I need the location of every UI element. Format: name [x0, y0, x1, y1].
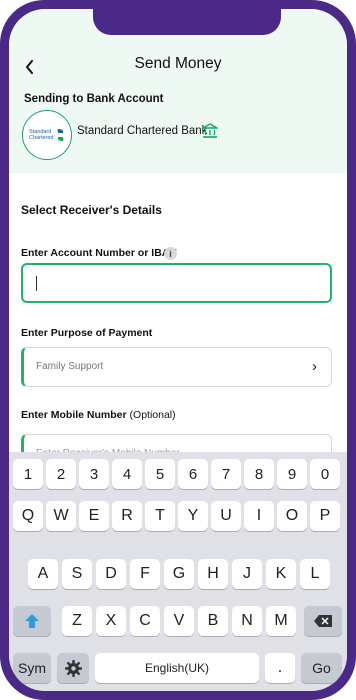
screen: Send Money Sending to Bank Account Stand… — [9, 9, 347, 691]
key-x[interactable]: X — [96, 606, 126, 636]
key-l[interactable]: L — [300, 559, 330, 589]
bank-name: Standard Chartered Bank — [77, 125, 208, 137]
key-q[interactable]: Q — [13, 501, 43, 531]
standard-chartered-mark-icon — [57, 129, 64, 141]
text-caret — [36, 276, 37, 291]
phone-notch — [93, 9, 281, 35]
purpose-of-payment-select[interactable]: Family Support › — [21, 347, 332, 387]
key-v[interactable]: V — [164, 606, 194, 636]
key-8[interactable]: 8 — [244, 459, 274, 489]
key-h[interactable]: H — [198, 559, 228, 589]
key-6[interactable]: 6 — [178, 459, 208, 489]
key-t[interactable]: T — [145, 501, 175, 531]
keyboard-row-asdf: A S D F G H J K L — [9, 559, 347, 589]
key-0[interactable]: 0 — [310, 459, 340, 489]
key-r[interactable]: R — [112, 501, 142, 531]
go-key[interactable]: Go — [301, 653, 342, 683]
key-w[interactable]: W — [46, 501, 76, 531]
key-b[interactable]: B — [198, 606, 228, 636]
keyboard-row-zxcv: Z X C V B N M — [9, 606, 347, 636]
key-c[interactable]: C — [130, 606, 160, 636]
info-icon[interactable]: i — [164, 247, 177, 260]
key-e[interactable]: E — [79, 501, 109, 531]
key-2[interactable]: 2 — [46, 459, 76, 489]
key-d[interactable]: D — [96, 559, 126, 589]
key-u[interactable]: U — [211, 501, 241, 531]
mobile-label-text: Enter Mobile Number — [21, 409, 127, 421]
key-5[interactable]: 5 — [145, 459, 175, 489]
sym-key[interactable]: Sym — [13, 653, 51, 683]
gear-icon — [64, 659, 82, 677]
key-1[interactable]: 1 — [13, 459, 43, 489]
key-o[interactable]: O — [277, 501, 307, 531]
receiver-details-title: Select Receiver's Details — [21, 203, 162, 217]
key-k[interactable]: K — [266, 559, 296, 589]
settings-key[interactable] — [57, 653, 89, 683]
key-f[interactable]: F — [130, 559, 160, 589]
account-number-input[interactable] — [21, 263, 332, 303]
key-i[interactable]: I — [244, 501, 274, 531]
chevron-right-icon: › — [312, 358, 317, 375]
keyboard-number-row: 1 2 3 4 5 6 7 8 9 0 — [9, 459, 347, 489]
page-title: Send Money — [134, 55, 222, 72]
backspace-key[interactable] — [304, 606, 342, 636]
phone-frame: Send Money Sending to Bank Account Stand… — [0, 0, 356, 700]
key-n[interactable]: N — [232, 606, 262, 636]
bank-logo-text-line2: Chartered — [29, 135, 54, 141]
shift-key[interactable] — [13, 606, 51, 636]
account-number-label: Enter Account Number or IBAN — [21, 247, 177, 259]
key-g[interactable]: G — [164, 559, 194, 589]
sending-to-label: Sending to Bank Account — [24, 93, 164, 105]
keyboard-row-bottom: Sym English(UK) . Go — [9, 653, 347, 683]
key-4[interactable]: 4 — [112, 459, 142, 489]
key-a[interactable]: A — [28, 559, 58, 589]
key-j[interactable]: J — [232, 559, 262, 589]
shift-arrow-icon — [25, 614, 39, 628]
key-7[interactable]: 7 — [211, 459, 241, 489]
keyboard-row-qwerty: Q W E R T Y U I O P — [9, 501, 347, 531]
key-m[interactable]: M — [266, 606, 296, 636]
backspace-icon — [314, 615, 332, 627]
key-p[interactable]: P — [310, 501, 340, 531]
space-bar[interactable]: English(UK) — [95, 653, 259, 683]
optional-tag: (Optional) — [129, 409, 176, 421]
key-s[interactable]: S — [62, 559, 92, 589]
mobile-number-label: Enter Mobile Number (Optional) — [21, 409, 176, 421]
onscreen-keyboard: 1 2 3 4 5 6 7 8 9 0 Q W E R T Y U I O P … — [9, 452, 347, 691]
period-key[interactable]: . — [265, 653, 295, 683]
key-9[interactable]: 9 — [277, 459, 307, 489]
bank-building-icon — [202, 123, 218, 138]
key-z[interactable]: Z — [62, 606, 92, 636]
bank-logo: Standard Chartered — [22, 110, 72, 160]
purpose-selected-value: Family Support — [36, 361, 104, 372]
purpose-of-payment-label: Enter Purpose of Payment — [21, 327, 153, 339]
key-y[interactable]: Y — [178, 501, 208, 531]
key-3[interactable]: 3 — [79, 459, 109, 489]
